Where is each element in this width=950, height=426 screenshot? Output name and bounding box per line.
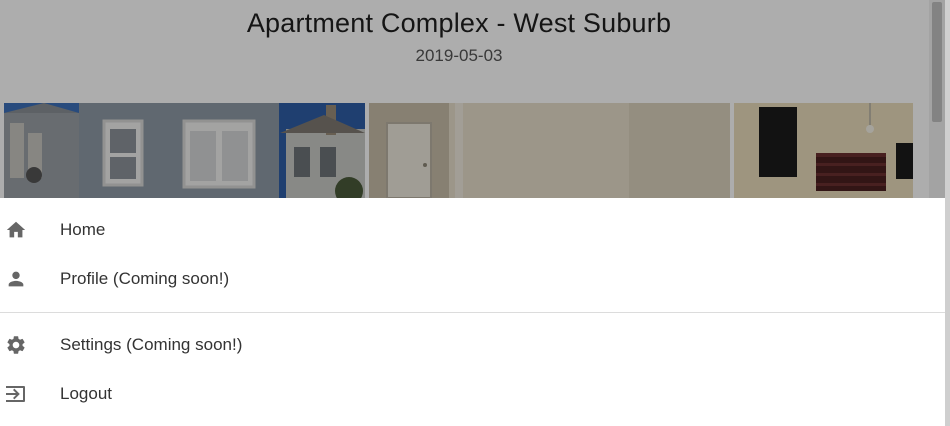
- home-icon: [4, 218, 28, 242]
- window-edge: [945, 0, 950, 426]
- app-page: Apartment Complex - West Suburb 2019-05-…: [0, 0, 950, 426]
- menu-divider: [0, 312, 945, 313]
- menu-item-label: Profile (Coming soon!): [60, 269, 230, 288]
- menu-item-label: Logout: [60, 384, 112, 403]
- menu-item-profile[interactable]: Profile (Coming soon!): [0, 255, 945, 303]
- bottom-sheet-menu: Home Profile (Coming soon!) Settings (Co…: [0, 198, 945, 426]
- logout-icon: [4, 382, 28, 406]
- modal-scrim[interactable]: [0, 0, 945, 198]
- gear-icon: [4, 333, 28, 357]
- person-icon: [4, 267, 28, 291]
- menu-item-logout[interactable]: Logout: [0, 370, 945, 418]
- menu-item-label: Settings (Coming soon!): [60, 335, 243, 354]
- menu-item-settings[interactable]: Settings (Coming soon!): [0, 321, 945, 369]
- menu-item-label: Home: [60, 220, 106, 239]
- menu-item-home[interactable]: Home: [0, 206, 945, 254]
